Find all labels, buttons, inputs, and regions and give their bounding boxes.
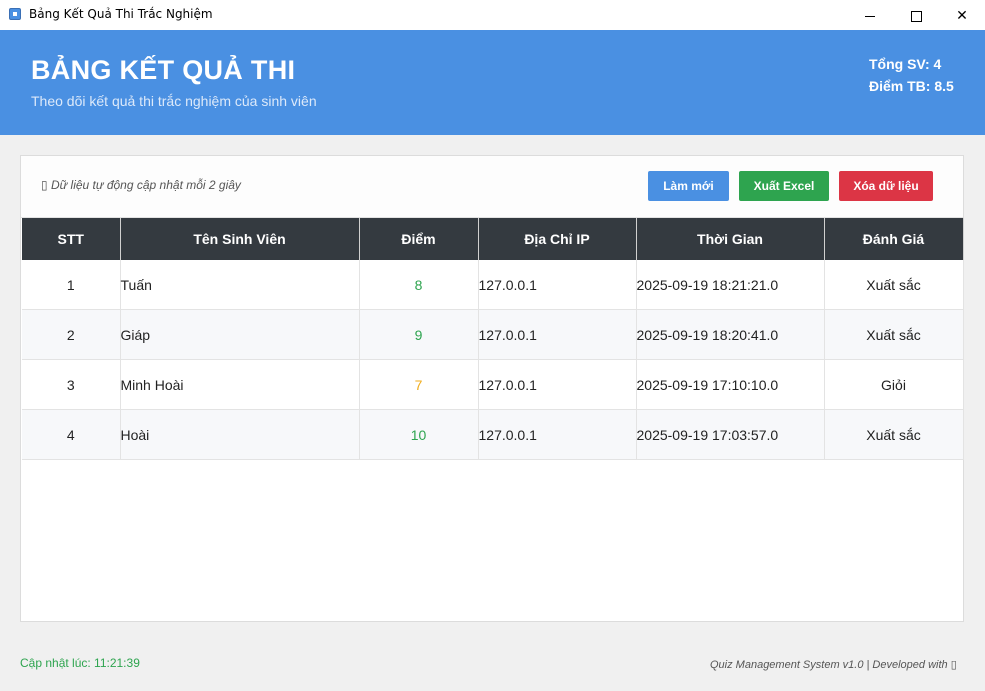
export-excel-button[interactable]: Xuất Excel <box>739 171 829 201</box>
table-header-row: STT Tên Sinh Viên Điểm Địa Chỉ IP Thời G… <box>22 218 964 260</box>
column-header-score[interactable]: Điểm <box>359 218 479 260</box>
cell-ip: 127.0.0.1 <box>478 309 637 360</box>
cell-time: 2025-09-19 17:03:57.0 <box>636 409 825 460</box>
cell-time: 2025-09-19 18:20:41.0 <box>636 309 825 360</box>
cell-ip: 127.0.0.1 <box>478 359 637 410</box>
cell-ip: 127.0.0.1 <box>478 409 637 460</box>
cell-stt: 4 <box>22 409 121 460</box>
table-row[interactable]: 2 Giáp 9 127.0.0.1 2025-09-19 18:20:41.0… <box>22 309 964 360</box>
cell-stt: 1 <box>22 260 121 310</box>
maximize-icon <box>910 10 922 22</box>
average-score-stat: Điểm TB: 8.5 <box>869 78 954 94</box>
column-header-rating[interactable]: Đánh Giá <box>824 218 964 260</box>
total-students-stat: Tổng SV: 4 <box>869 56 942 72</box>
results-card: ▯ Dữ liệu tự động cập nhật mỗi 2 giây Là… <box>20 155 964 622</box>
table-row[interactable]: 3 Minh Hoài 7 127.0.0.1 2025-09-19 17:10… <box>22 359 964 410</box>
cell-rating: Giỏi <box>824 359 964 410</box>
column-header-time[interactable]: Thời Gian <box>636 218 825 260</box>
refresh-button[interactable]: Làm mới <box>648 171 729 201</box>
results-table: STT Tên Sinh Viên Điểm Địa Chỉ IP Thời G… <box>22 218 964 460</box>
column-header-ip[interactable]: Địa Chỉ IP <box>478 218 637 260</box>
column-header-name[interactable]: Tên Sinh Viên <box>120 218 360 260</box>
page-title: BẢNG KẾT QUẢ THI <box>31 55 296 85</box>
window-title: Bảng Kết Quả Thi Trắc Nghiệm <box>29 7 213 21</box>
footer-credit: Quiz Management System v1.0 | Developed … <box>710 659 957 671</box>
table-row[interactable]: 4 Hoài 10 127.0.0.1 2025-09-19 17:03:57.… <box>22 409 964 460</box>
cell-stt: 2 <box>22 309 121 360</box>
cell-name: Tuấn <box>120 260 360 310</box>
cell-score: 8 <box>359 260 479 310</box>
column-header-stt[interactable]: STT <box>22 218 121 260</box>
page-subtitle: Theo dõi kết quả thi trắc nghiệm của sin… <box>31 93 317 109</box>
auto-update-note: ▯ Dữ liệu tự động cập nhật mỗi 2 giây <box>41 178 241 192</box>
cell-name: Minh Hoài <box>120 359 360 410</box>
cell-rating: Xuất sắc <box>824 309 964 360</box>
maximize-button[interactable] <box>893 0 939 30</box>
close-icon: ✕ <box>956 7 968 23</box>
cell-name: Giáp <box>120 309 360 360</box>
table-row[interactable]: 1 Tuấn 8 127.0.0.1 2025-09-19 18:21:21.0… <box>22 260 964 310</box>
cell-time: 2025-09-19 17:10:10.0 <box>636 359 825 410</box>
minimize-icon <box>865 15 875 17</box>
minimize-button[interactable] <box>847 0 893 30</box>
cell-stt: 3 <box>22 359 121 410</box>
cell-rating: Xuất sắc <box>824 260 964 310</box>
cell-score: 7 <box>359 359 479 410</box>
last-updated-status: Cập nhật lúc: 11:21:39 <box>20 656 140 670</box>
cell-time: 2025-09-19 18:21:21.0 <box>636 260 825 310</box>
toolbar: ▯ Dữ liệu tự động cập nhật mỗi 2 giây Là… <box>21 156 963 218</box>
clear-data-button[interactable]: Xóa dữ liệu <box>839 171 933 201</box>
cell-score: 10 <box>359 409 479 460</box>
cell-score: 9 <box>359 309 479 360</box>
window-titlebar: Bảng Kết Quả Thi Trắc Nghiệm ✕ <box>0 0 985 30</box>
close-button[interactable]: ✕ <box>939 0 985 30</box>
app-icon <box>9 8 21 20</box>
cell-name: Hoài <box>120 409 360 460</box>
cell-rating: Xuất sắc <box>824 409 964 460</box>
page-header: BẢNG KẾT QUẢ THI Theo dõi kết quả thi tr… <box>0 30 985 135</box>
cell-ip: 127.0.0.1 <box>478 260 637 310</box>
